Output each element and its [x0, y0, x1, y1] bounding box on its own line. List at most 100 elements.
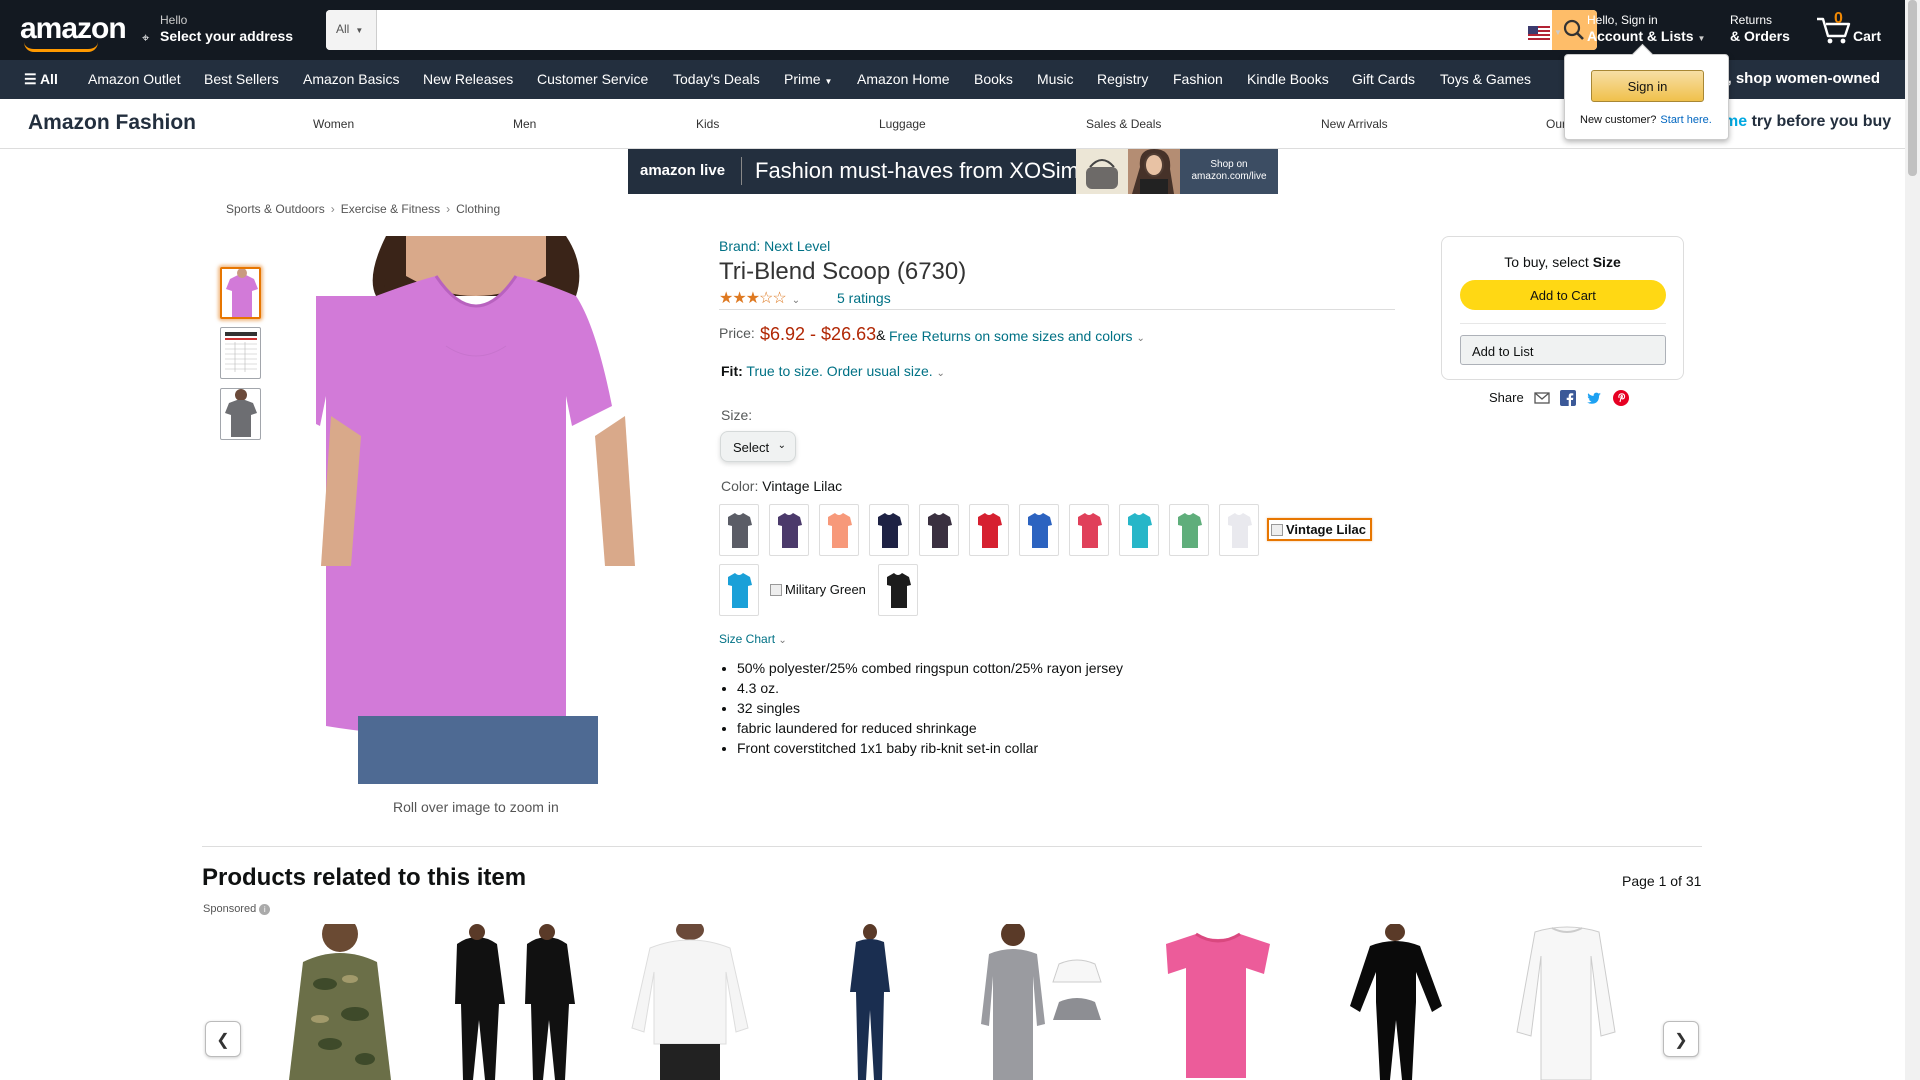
divider [202, 846, 1702, 847]
color-swatch[interactable] [969, 504, 1009, 556]
related-product-1[interactable] [285, 924, 395, 1080]
thumbnail-size-chart[interactable] [220, 327, 261, 379]
broken-image-icon [1271, 524, 1283, 536]
carousel-prev-button[interactable]: ❮ [205, 1021, 241, 1057]
size-chart-link[interactable]: Size Chart ⌄ [719, 632, 787, 646]
presenter-image [1128, 149, 1180, 194]
info-icon[interactable]: i [259, 904, 271, 915]
hamburger-icon: ☰ [24, 71, 37, 87]
breadcrumb-sports[interactable]: Sports & Outdoors [226, 202, 325, 216]
nav-toys-games[interactable]: Toys & Games [1440, 71, 1531, 87]
bullet-item: 4.3 oz. [737, 678, 1123, 698]
divider [719, 309, 1395, 310]
nav-amazon-home[interactable]: Amazon Home [857, 71, 950, 87]
related-product-6[interactable] [1158, 924, 1278, 1080]
related-product-4[interactable] [840, 924, 900, 1080]
thumbnail-back[interactable] [220, 388, 261, 440]
nav-todays-deals[interactable]: Today's Deals [673, 71, 760, 87]
color-swatch[interactable] [719, 564, 759, 616]
color-swatch[interactable] [769, 504, 809, 556]
related-product-2[interactable] [447, 924, 587, 1080]
nav-kindle-books[interactable]: Kindle Books [1247, 71, 1329, 87]
color-swatch[interactable] [869, 504, 909, 556]
related-title: Products related to this item [202, 864, 527, 891]
color-label: Color: Vintage Lilac [721, 478, 843, 494]
cart-label: Cart [1853, 28, 1882, 44]
fashion-sales-deals[interactable]: Sales & Deals [1086, 117, 1161, 131]
returns-orders[interactable]: Returns & Orders [1730, 13, 1790, 44]
color-swatch[interactable] [1019, 504, 1059, 556]
fashion-women[interactable]: Women [313, 117, 354, 131]
start-here-link[interactable]: Start here. [1660, 114, 1711, 126]
price-range: $6.92 - $26.63& [760, 324, 886, 344]
color-swatch[interactable] [819, 504, 859, 556]
signin-button[interactable]: Sign in [1591, 70, 1704, 102]
nav-promo[interactable]: all, shop women-owned [1711, 70, 1880, 87]
add-to-list-button[interactable]: Add to List [1460, 335, 1666, 365]
fashion-new-arrivals[interactable]: New Arrivals [1321, 117, 1388, 131]
breadcrumb-exercise[interactable]: Exercise & Fitness [341, 202, 440, 216]
size-dropdown[interactable]: Select ⌄ [720, 431, 796, 462]
breadcrumb-clothing[interactable]: Clothing [456, 202, 500, 216]
amazon-fashion-logo[interactable]: Amazon Fashion [28, 111, 196, 135]
color-swatch[interactable] [1169, 504, 1209, 556]
nav-amazon-basics[interactable]: Amazon Basics [303, 71, 399, 87]
cart-button[interactable]: 0 Cart [1815, 10, 1895, 50]
color-swatch[interactable] [719, 504, 759, 556]
nav-fashion[interactable]: Fashion [1173, 71, 1223, 87]
ratings-count-link[interactable]: 5 ratings [837, 290, 891, 306]
color-swatch[interactable] [919, 504, 959, 556]
twitter-icon[interactable] [1586, 390, 1602, 406]
thumbnail-front[interactable] [220, 267, 261, 319]
nav-best-sellers[interactable]: Best Sellers [204, 71, 279, 87]
nav-customer-service[interactable]: Customer Service [537, 71, 648, 87]
free-returns-link[interactable]: Free Returns on some sizes and colors ⌄ [889, 328, 1145, 344]
brand-link[interactable]: Brand: Next Level [719, 238, 830, 254]
shop-on-live-cta: Shop on amazon.com/live [1180, 149, 1278, 194]
amazon-logo[interactable]: amazon [20, 12, 127, 52]
swatch-military-green[interactable]: Military Green [768, 580, 870, 599]
pinterest-icon[interactable] [1613, 390, 1629, 406]
account-lists[interactable]: Hello, Sign in Account & Lists ▼ [1587, 13, 1705, 44]
nav-registry[interactable]: Registry [1097, 71, 1148, 87]
color-swatch[interactable] [1219, 504, 1259, 556]
star-rating[interactable]: ★★★☆☆ ⌄ [719, 288, 800, 308]
search-input[interactable] [378, 10, 1537, 50]
nav-prime[interactable]: Prime ▼ [784, 71, 832, 87]
nav-amazon-outlet[interactable]: Amazon Outlet [88, 71, 181, 87]
color-swatch[interactable] [878, 564, 918, 616]
bullet-item: fabric laundered for reduced shrinkage [737, 718, 1123, 738]
related-product-5[interactable] [975, 924, 1105, 1080]
fashion-kids[interactable]: Kids [696, 117, 719, 131]
amazon-live-banner[interactable]: amazon live Fashion must-haves from XOSi… [628, 149, 1278, 194]
chevron-left-icon: ❮ [216, 1032, 230, 1049]
color-swatch[interactable] [1119, 504, 1159, 556]
page-scrollbar[interactable] [1905, 0, 1920, 1080]
us-flag-icon[interactable] [1528, 26, 1550, 40]
fashion-luggage[interactable]: Luggage [879, 117, 926, 131]
main-product-image[interactable] [316, 236, 640, 784]
color-swatch[interactable] [1069, 504, 1109, 556]
email-icon[interactable] [1534, 390, 1550, 406]
search-category-dropdown[interactable]: All ▼ [326, 10, 377, 50]
deliver-to[interactable]: ⌖ Hello Select your address [142, 13, 293, 45]
nav-new-releases[interactable]: New Releases [423, 71, 513, 87]
related-product-3[interactable] [628, 924, 753, 1080]
returns-line1: Returns [1730, 13, 1773, 27]
nav-books[interactable]: Books [974, 71, 1013, 87]
all-menu-button[interactable]: ☰ All [24, 71, 58, 88]
fit-info[interactable]: Fit: True to size. Order usual size. ⌄ [721, 363, 945, 379]
nav-music[interactable]: Music [1037, 71, 1074, 87]
carousel-next-button[interactable]: ❯ [1663, 1021, 1699, 1057]
feature-bullets: 50% polyester/25% combed ringspun cotton… [737, 658, 1123, 758]
signin-flyout: Sign in New customer? Start here. [1564, 54, 1729, 140]
swatch-vintage-lilac[interactable]: Vintage Lilac [1267, 518, 1372, 541]
related-product-8[interactable] [1510, 924, 1625, 1080]
fashion-our-brands[interactable]: Our [1546, 117, 1566, 131]
fashion-men[interactable]: Men [513, 117, 536, 131]
related-product-7[interactable] [1340, 924, 1450, 1080]
nav-gift-cards[interactable]: Gift Cards [1352, 71, 1415, 87]
facebook-icon[interactable] [1560, 390, 1576, 406]
prime-try-before-you-buy[interactable]: me try before you buy [1724, 113, 1891, 131]
add-to-cart-button[interactable]: Add to Cart [1460, 280, 1666, 310]
